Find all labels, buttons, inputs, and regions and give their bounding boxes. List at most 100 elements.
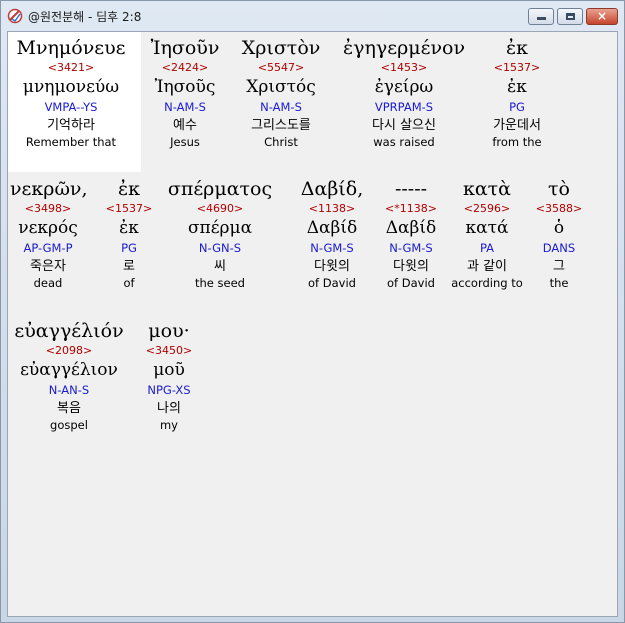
english-gloss: Christ [264, 135, 298, 149]
english-gloss: of David [387, 276, 435, 290]
parse-code: N-AM-S [260, 100, 302, 114]
strong-number: <3450> [145, 344, 193, 357]
word-block[interactable]: ἐκ <1537> ἐκ PG 가운데서 from the [482, 36, 552, 150]
greek-word: Ἰησοῦν [150, 37, 220, 59]
english-gloss: from the [492, 135, 542, 149]
strong-number: <2098> [45, 344, 93, 357]
word-block[interactable]: τὸ <3588> ὁ DANS 그 the [530, 177, 588, 291]
english-gloss: the seed [195, 276, 245, 290]
parse-code: VPRPAM-S [374, 100, 434, 114]
strong-number: <1138> [308, 202, 356, 215]
lemma: εὐαγγέλιον [20, 360, 118, 380]
title-bar[interactable]: @원전분해 - 딤후 2:8 × [1, 1, 624, 31]
lemma: ἐκ [507, 77, 527, 97]
english-gloss: Remember that [25, 135, 117, 149]
korean-gloss: 씨 [214, 259, 226, 274]
korean-gloss: 다시 살으신 [372, 118, 436, 133]
parse-code: N-AN-S [48, 383, 90, 397]
english-gloss: according to [451, 276, 523, 290]
strong-number: <2424> [161, 61, 209, 74]
parse-code: AP-GM-P [23, 241, 73, 255]
strong-number: <3498> [24, 202, 72, 215]
english-gloss: of David [308, 276, 356, 290]
word-block[interactable]: εὐαγγέλιόν <2098> εὐαγγέλιον N-AN-S 복음 g… [11, 319, 127, 433]
greek-word: κατὰ [462, 178, 512, 200]
word-block[interactable]: ἐκ <1537> ἐκ PG 로 of [98, 177, 160, 291]
word-block[interactable]: Μνημόνευε <3421> μνημονεύω VMPA--YS 기억하라… [11, 36, 131, 150]
lemma: Χριστός [246, 77, 316, 97]
greek-word: Δαβίδ, [300, 178, 364, 200]
word-block[interactable]: Ἰησοῦν <2424> Ἰησοῦς N-AM-S 예수 Jesus [141, 36, 229, 150]
lemma: μοῦ [153, 360, 185, 380]
word-block[interactable]: ἐγηγερμένον <1453> ἐγείρω VPRPAM-S 다시 살으… [336, 36, 472, 150]
english-gloss: the [549, 276, 569, 290]
parse-code: DANS [542, 241, 576, 255]
maximize-icon [566, 13, 575, 20]
parse-code: N-GN-S [198, 241, 242, 255]
lemma: Δαβίδ [306, 218, 358, 238]
strong-number: <2596> [463, 202, 511, 215]
parse-code: PA [479, 241, 495, 255]
word-block[interactable]: μου· <3450> μοῦ NPG-XS 나의 my [138, 319, 200, 433]
strong-number: <1537> [105, 202, 153, 215]
korean-gloss: 로 [123, 259, 135, 274]
parse-code: N-GM-S [389, 241, 433, 255]
english-gloss: was raised [373, 135, 435, 149]
greek-word: ἐγηγερμένον [342, 37, 466, 59]
korean-gloss: 다윗의 [314, 259, 350, 274]
greek-word: νεκρῶν, [10, 178, 88, 200]
strong-number: <4690> [196, 202, 244, 215]
lemma: νεκρός [18, 218, 78, 238]
word-block[interactable]: σπέρματος <4690> σπέρμα N-GN-S 씨 the see… [161, 177, 279, 291]
lemma: Ἰησοῦς [154, 77, 216, 97]
lemma: ὁ [553, 218, 565, 238]
greek-word: Μνημόνευε [16, 37, 126, 59]
greek-word: Χριστὸν [241, 37, 321, 59]
lemma: μνημονεύω [22, 77, 120, 97]
greek-word: τὸ [548, 178, 570, 200]
minimize-icon [537, 17, 546, 20]
word-block[interactable]: κατὰ <2596> κατά PA 과 같이 according to [448, 177, 526, 291]
strong-number: <1537> [493, 61, 541, 74]
word-block[interactable]: νεκρῶν, <3498> νεκρός AP-GM-P 죽은자 dead [10, 177, 88, 291]
maximize-button[interactable] [557, 8, 583, 25]
korean-gloss: 가운데서 [493, 118, 541, 133]
strong-number: <1453> [380, 61, 428, 74]
strong-number: <3421> [47, 61, 95, 74]
lemma: ἐκ [119, 218, 139, 238]
close-icon: × [596, 9, 608, 23]
analysis-panel: Μνημόνευε <3421> μνημονεύω VMPA--YS 기억하라… [7, 31, 618, 617]
word-block[interactable]: Δαβίδ, <1138> Δαβίδ N-GM-S 다윗의 of David [290, 177, 374, 291]
lemma: κατά [465, 218, 509, 238]
korean-gloss: 복음 [57, 401, 81, 416]
parse-code: N-GM-S [310, 241, 354, 255]
word-block[interactable]: Χριστὸν <5547> Χριστός N-AM-S 그리스도를 Chri… [231, 36, 331, 150]
app-icon [7, 8, 23, 24]
greek-word: ἐκ [117, 178, 141, 200]
parse-code: VMPA--YS [44, 100, 98, 114]
greek-word: ἐκ [505, 37, 529, 59]
english-gloss: Jesus [170, 135, 200, 149]
lemma: ἐγείρω [374, 77, 434, 97]
korean-gloss: 기억하라 [47, 118, 95, 133]
korean-gloss: 예수 [173, 118, 197, 133]
korean-gloss: 그리스도를 [251, 118, 311, 133]
lemma: σπέρμα [187, 218, 253, 238]
korean-gloss: 다윗의 [393, 259, 429, 274]
parse-code: NPG-XS [147, 383, 191, 397]
close-button[interactable]: × [586, 8, 618, 25]
strong-number: <3588> [535, 202, 583, 215]
korean-gloss: 나의 [157, 401, 181, 416]
parse-code: PG [121, 241, 137, 255]
strong-number: <*1138> [385, 202, 437, 215]
english-gloss: my [159, 418, 178, 432]
word-block[interactable]: ----- <*1138> Δαβίδ N-GM-S 다윗의 of David [378, 177, 444, 291]
window-title: @원전분해 - 딤후 2:8 [28, 10, 142, 24]
english-gloss: gospel [50, 418, 88, 432]
minimize-button[interactable] [528, 8, 554, 25]
english-gloss: of [123, 276, 135, 290]
lemma: Δαβίδ [385, 218, 437, 238]
korean-gloss: 과 같이 [466, 259, 507, 274]
strong-number: <5547> [257, 61, 305, 74]
greek-word: εὐαγγέλιόν [14, 320, 124, 342]
